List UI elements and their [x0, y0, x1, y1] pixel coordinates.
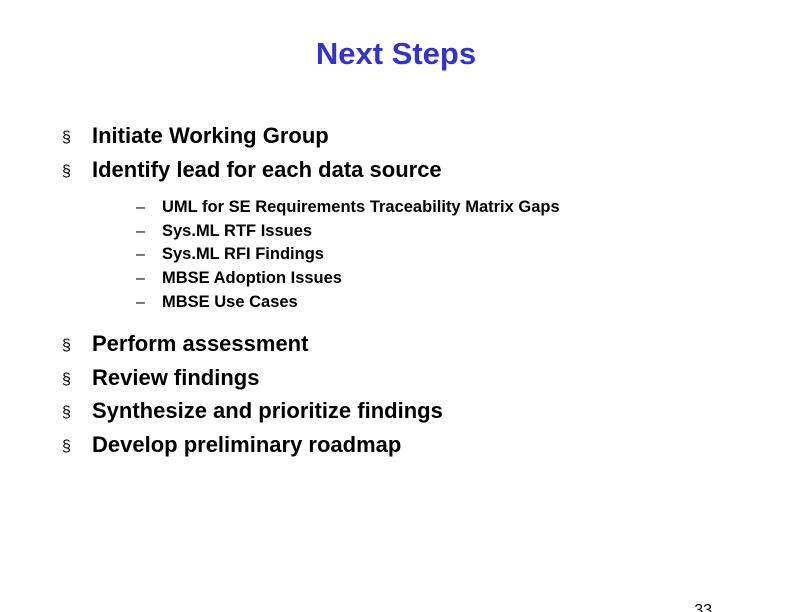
square-bullet-icon: § — [62, 338, 92, 354]
subbullet-text: Sys.ML RTF Issues — [162, 221, 312, 242]
list-item: § Review findings — [62, 364, 792, 392]
list-item: – UML for SE Requirements Traceability M… — [136, 197, 792, 218]
subbullet-text: MBSE Adoption Issues — [162, 268, 342, 289]
content-block: § Initiate Working Group § Identify lead… — [62, 122, 792, 458]
subbullet-text: MBSE Use Cases — [162, 292, 298, 313]
subbullet-text: UML for SE Requirements Traceability Mat… — [162, 197, 560, 218]
bullet-text: Synthesize and prioritize findings — [92, 397, 443, 425]
list-item: § Develop preliminary roadmap — [62, 431, 792, 459]
dash-bullet-icon: – — [136, 270, 162, 288]
square-bullet-icon: § — [62, 439, 92, 455]
square-bullet-icon: § — [62, 405, 92, 421]
subbullet-text: Sys.ML RFI Findings — [162, 244, 324, 265]
bullet-text: Perform assessment — [92, 330, 308, 358]
list-item: – Sys.ML RTF Issues — [136, 221, 792, 242]
sublist-block: – UML for SE Requirements Traceability M… — [136, 197, 792, 312]
bullet-text: Identify lead for each data source — [92, 156, 442, 184]
bullet-list-bottom: § Perform assessment § Review findings §… — [62, 330, 792, 458]
list-item: – MBSE Use Cases — [136, 292, 792, 313]
bullet-text: Develop preliminary roadmap — [92, 431, 401, 459]
bullet-list-top: § Initiate Working Group § Identify lead… — [62, 122, 792, 183]
dash-bullet-icon: – — [136, 246, 162, 264]
bullet-sublist: – UML for SE Requirements Traceability M… — [136, 197, 792, 312]
list-item: § Identify lead for each data source — [62, 156, 792, 184]
page-number: 33 — [694, 602, 712, 612]
dash-bullet-icon: – — [136, 294, 162, 312]
square-bullet-icon: § — [62, 130, 92, 146]
dash-bullet-icon: – — [136, 223, 162, 241]
list-item: § Synthesize and prioritize findings — [62, 397, 792, 425]
dash-bullet-icon: – — [136, 199, 162, 217]
square-bullet-icon: § — [62, 164, 92, 180]
bullet-text: Initiate Working Group — [92, 122, 329, 150]
square-bullet-icon: § — [62, 372, 92, 388]
page-title: Next Steps — [0, 36, 792, 72]
list-item: – Sys.ML RFI Findings — [136, 244, 792, 265]
list-item: – MBSE Adoption Issues — [136, 268, 792, 289]
slide: Next Steps § Initiate Working Group § Id… — [0, 36, 792, 612]
list-item: § Perform assessment — [62, 330, 792, 358]
bullet-text: Review findings — [92, 364, 259, 392]
list-item: § Initiate Working Group — [62, 122, 792, 150]
